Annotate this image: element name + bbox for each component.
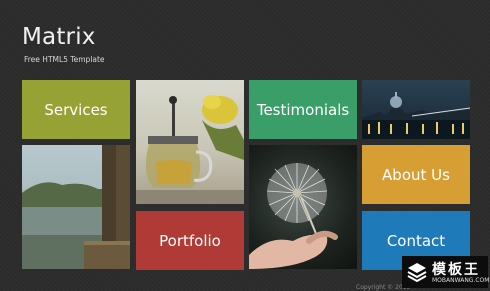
- lake-photo[interactable]: [22, 145, 130, 269]
- teapot-photo[interactable]: [136, 80, 244, 204]
- site-title: Matrix: [22, 24, 96, 50]
- testimonials-tile[interactable]: Testimonials: [249, 80, 357, 139]
- about-us-tile[interactable]: About Us: [362, 145, 470, 204]
- watermark-subtitle: MOBANWANG.COM: [432, 277, 490, 284]
- site-tagline: Free HTML5 Template: [24, 55, 105, 64]
- watermark: 模板王 MOBANWANG.COM: [402, 256, 490, 288]
- dandelion-photo[interactable]: [249, 145, 357, 269]
- services-tile[interactable]: Services: [22, 80, 130, 139]
- portfolio-label: Portfolio: [159, 231, 221, 250]
- watermark-logo-icon: [407, 263, 427, 282]
- services-label: Services: [44, 100, 108, 119]
- testimonials-label: Testimonials: [256, 100, 350, 119]
- contact-label: Contact: [386, 231, 446, 250]
- about-us-label: About Us: [382, 165, 450, 184]
- watermark-title: 模板王: [432, 262, 480, 278]
- portfolio-tile[interactable]: Portfolio: [136, 211, 244, 270]
- city-night-photo[interactable]: [362, 80, 470, 139]
